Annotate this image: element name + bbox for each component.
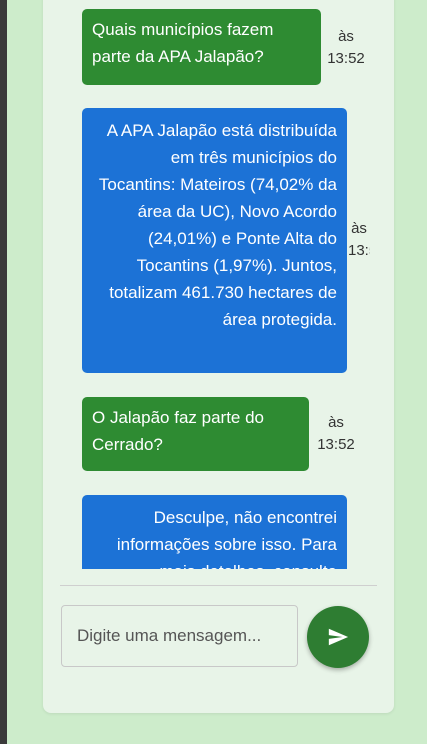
message-text: O Jalapão faz parte do Cerrado? [92, 408, 265, 454]
bot-bubble: Desculpe, não encontrei informações sobr… [82, 495, 347, 569]
divider [60, 585, 377, 586]
message-time: às 13:52 [317, 414, 355, 453]
message-time: às 13:52 [327, 28, 365, 67]
message-text: A APA Jalapão está distribuída em três m… [98, 121, 337, 329]
user-bubble: Quais municípios fazem parte da APA Jala… [82, 9, 321, 85]
message-time: às 13:52 [348, 220, 370, 259]
message-list[interactable]: Quais municípios fazem parte da APA Jala… [43, 0, 394, 569]
chat-panel: Quais municípios fazem parte da APA Jala… [43, 0, 394, 713]
message-text: Desculpe, não encontrei informações sobr… [116, 508, 337, 569]
user-bubble: O Jalapão faz parte do Cerrado? [82, 397, 309, 471]
window-edge [0, 0, 7, 744]
bot-bubble: A APA Jalapão está distribuída em três m… [82, 108, 347, 373]
message-text: Quais municípios fazem parte da APA Jala… [92, 20, 274, 66]
send-button[interactable] [307, 606, 369, 668]
message-input[interactable] [61, 605, 298, 667]
send-icon [328, 628, 349, 646]
